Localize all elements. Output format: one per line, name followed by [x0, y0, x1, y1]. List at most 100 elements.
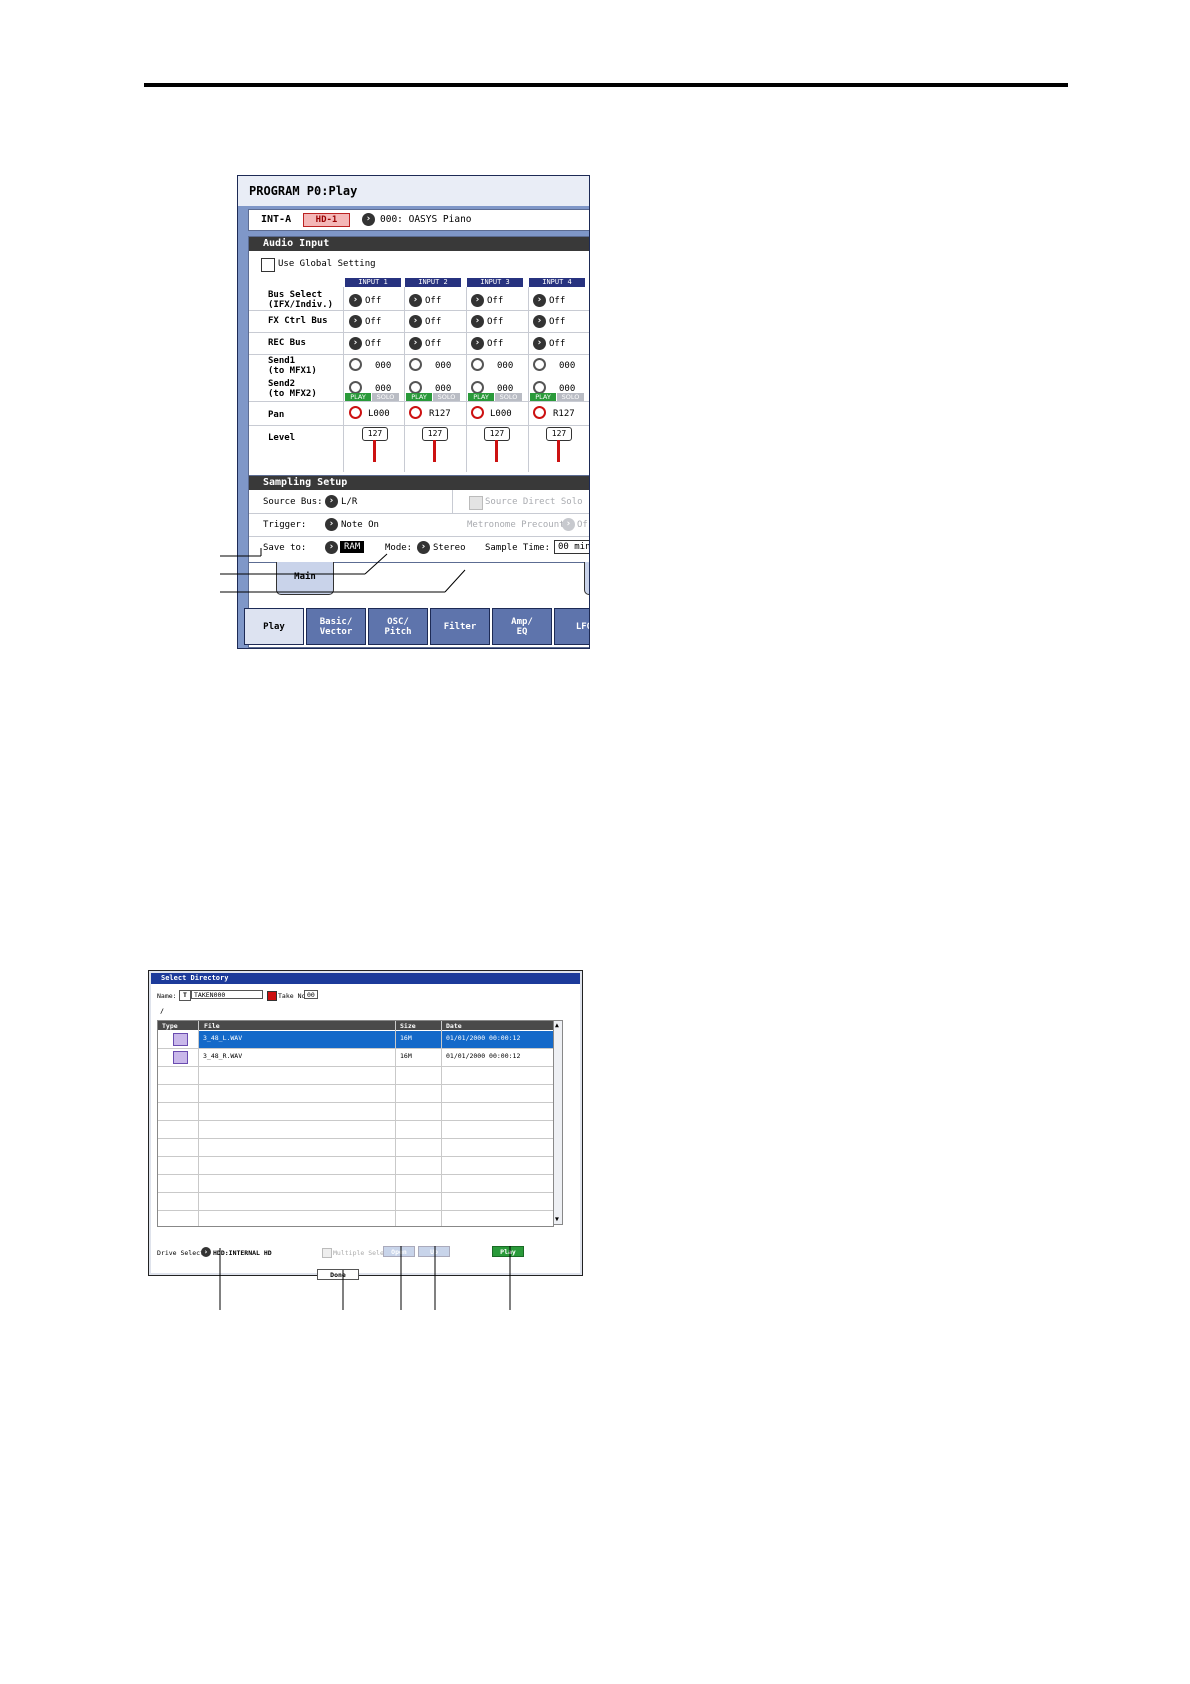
table-scrollbar[interactable]: ▲ ▼ [553, 1020, 563, 1225]
play-button-4[interactable]: PLAY [530, 393, 556, 401]
audio-input-header: Audio Input [249, 237, 589, 251]
grid-line [249, 513, 589, 514]
pan-3-knob[interactable] [471, 406, 484, 419]
metronome-popup-icon[interactable]: › [562, 518, 575, 531]
fx-ctrl-1-value: Off [365, 317, 382, 327]
page-tab-bar: Play Basic/ Vector OSC/ Pitch Filter Amp… [244, 608, 589, 648]
take-no-field[interactable]: 00 [304, 990, 318, 999]
rec-bus-4-value: Off [549, 339, 566, 349]
column-input-3: INPUT 3 [467, 278, 523, 287]
tab-osc-pitch[interactable]: OSC/ Pitch [368, 608, 428, 645]
send1-4-knob[interactable] [533, 358, 546, 371]
bus-select-4-popup-icon[interactable]: › [533, 294, 546, 307]
tab-lfo[interactable]: LFO [554, 608, 589, 645]
scroll-down-icon[interactable]: ▼ [555, 1215, 559, 1223]
pan-3-value: L000 [490, 409, 512, 419]
tab-amp-eq[interactable]: Amp/ EQ [492, 608, 552, 645]
table-row [158, 1103, 553, 1121]
column-type: Type [162, 1022, 178, 1030]
trigger-label: Trigger: [263, 520, 307, 530]
level-2-fader[interactable]: 127 [422, 427, 448, 441]
send1-1-knob[interactable] [349, 358, 362, 371]
bus-select-2-popup-icon[interactable]: › [409, 294, 422, 307]
solo-button-2[interactable]: SOLO [433, 393, 460, 401]
pan-4-knob[interactable] [533, 406, 546, 419]
row-label-fx-ctrl-bus: FX Ctrl Bus [268, 316, 328, 326]
fx-ctrl-3-value: Off [487, 317, 504, 327]
level-4-fader[interactable]: 127 [546, 427, 572, 441]
file-size: 16M [396, 1031, 441, 1048]
grid-line [452, 490, 453, 513]
solo-button-3[interactable]: SOLO [495, 393, 522, 401]
fx-ctrl-1-popup-icon[interactable]: › [349, 315, 362, 328]
program-popup-icon[interactable]: › [362, 213, 375, 226]
tab-next-sub[interactable] [584, 562, 589, 595]
file-name: 3_48_R.WAV [203, 1052, 243, 1060]
send1-2-knob[interactable] [409, 358, 422, 371]
use-global-checkbox[interactable] [261, 258, 275, 272]
file-date: 01/01/2000 00:00:12 [446, 1052, 521, 1060]
row-label-pan: Pan [268, 410, 285, 420]
level-2-fader-stem [433, 440, 436, 462]
send1-3-knob[interactable] [471, 358, 484, 371]
grid-line [249, 425, 589, 426]
current-path: / [160, 1007, 164, 1015]
file-name: 3_48_L.WAV [199, 1031, 395, 1048]
rec-bus-2-popup-icon[interactable]: › [409, 337, 422, 350]
source-direct-solo-checkbox[interactable] [469, 496, 483, 510]
trigger-popup-icon[interactable]: › [325, 518, 338, 531]
play-button-2[interactable]: PLAY [406, 393, 432, 401]
table-row[interactable]: 3_48_L.WAV 16M 01/01/2000 00:00:12 [158, 1031, 553, 1049]
tab-basic-vector[interactable]: Basic/ Vector [306, 608, 366, 645]
play-button-3[interactable]: PLAY [468, 393, 494, 401]
send1-4-value: 000 [559, 361, 576, 371]
file-table: Type File Size Date 3_48_L.WAV 16M 01/01… [157, 1020, 554, 1227]
send1-3-value: 000 [497, 361, 514, 371]
bank-label: INT-A [261, 214, 292, 225]
table-header: Type File Size Date [158, 1021, 553, 1030]
dialog-title: Select Directory [151, 973, 580, 984]
solo-button-1[interactable]: SOLO [372, 393, 399, 401]
program-select-bar[interactable]: INT-A HD-1 › 000: OASYS Piano [248, 209, 589, 231]
fx-ctrl-4-value: Off [549, 317, 566, 327]
column-input-4: INPUT 4 [529, 278, 585, 287]
grid-line [528, 287, 529, 472]
sample-time-field[interactable]: 00 min [554, 540, 589, 554]
pan-2-value: R127 [429, 409, 451, 419]
tab-play[interactable]: Play [244, 608, 304, 645]
bus-select-3-popup-icon[interactable]: › [471, 294, 484, 307]
bus-select-1-popup-icon[interactable]: › [349, 294, 362, 307]
fx-ctrl-2-value: Off [425, 317, 442, 327]
callout-lines-1 [220, 548, 466, 593]
page-title: PROGRAM P0:Play [238, 176, 589, 206]
fx-ctrl-3-popup-icon[interactable]: › [471, 315, 484, 328]
name-label: Name: [157, 992, 177, 1000]
fx-ctrl-2-popup-icon[interactable]: › [409, 315, 422, 328]
grid-line [466, 287, 467, 472]
sampling-setup-header: Sampling Setup [249, 476, 589, 490]
scroll-up-icon[interactable]: ▲ [555, 1021, 559, 1029]
column-input-1: INPUT 1 [345, 278, 401, 287]
take-no-checkbox[interactable] [267, 991, 277, 1001]
pan-1-knob[interactable] [349, 406, 362, 419]
rec-bus-1-popup-icon[interactable]: › [349, 337, 362, 350]
rec-bus-4-popup-icon[interactable]: › [533, 337, 546, 350]
level-1-fader[interactable]: 127 [362, 427, 388, 441]
name-field[interactable]: TAKEN000 [191, 990, 263, 999]
pan-2-knob[interactable] [409, 406, 422, 419]
table-row[interactable]: 3_48_R.WAV 16M 01/01/2000 00:00:12 [158, 1049, 553, 1067]
table-row [158, 1067, 553, 1085]
solo-button-4[interactable]: SOLO [557, 393, 584, 401]
rec-bus-3-popup-icon[interactable]: › [471, 337, 484, 350]
text-edit-icon[interactable]: T [179, 990, 191, 1001]
play-button-1[interactable]: PLAY [345, 393, 371, 401]
fx-ctrl-4-popup-icon[interactable]: › [533, 315, 546, 328]
level-3-fader[interactable]: 127 [484, 427, 510, 441]
source-bus-popup-icon[interactable]: › [325, 495, 338, 508]
table-row [158, 1085, 553, 1103]
row-label-bus-select: Bus Select (IFX/Indiv.) [268, 290, 334, 310]
tab-filter[interactable]: Filter [430, 608, 490, 645]
table-row [158, 1157, 553, 1175]
program-name: 000: OASYS Piano [380, 214, 472, 225]
column-date: Date [446, 1022, 462, 1030]
